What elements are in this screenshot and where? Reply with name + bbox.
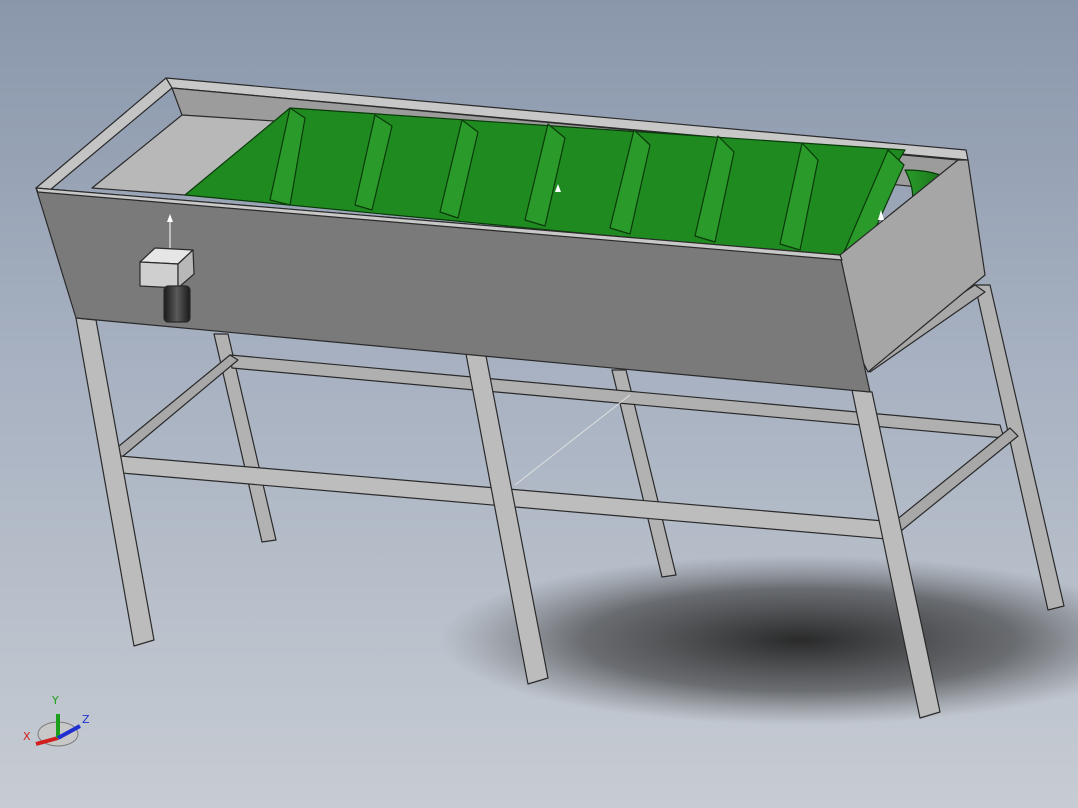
view-triad[interactable]: X Y Z — [23, 694, 90, 747]
left-side-brace[interactable] — [107, 354, 239, 463]
gearbox-front — [139, 261, 179, 289]
graphics-viewport[interactable]: X Y Z — [0, 0, 1078, 808]
right-side-brace[interactable] — [889, 427, 1019, 536]
triad-z-label: Z — [82, 713, 90, 726]
triad-x-label: X — [23, 730, 31, 743]
sensor-wire — [514, 394, 631, 486]
triad-y-label: Y — [51, 694, 59, 707]
motor-body — [163, 285, 191, 323]
front-left-leg[interactable] — [75, 317, 155, 647]
